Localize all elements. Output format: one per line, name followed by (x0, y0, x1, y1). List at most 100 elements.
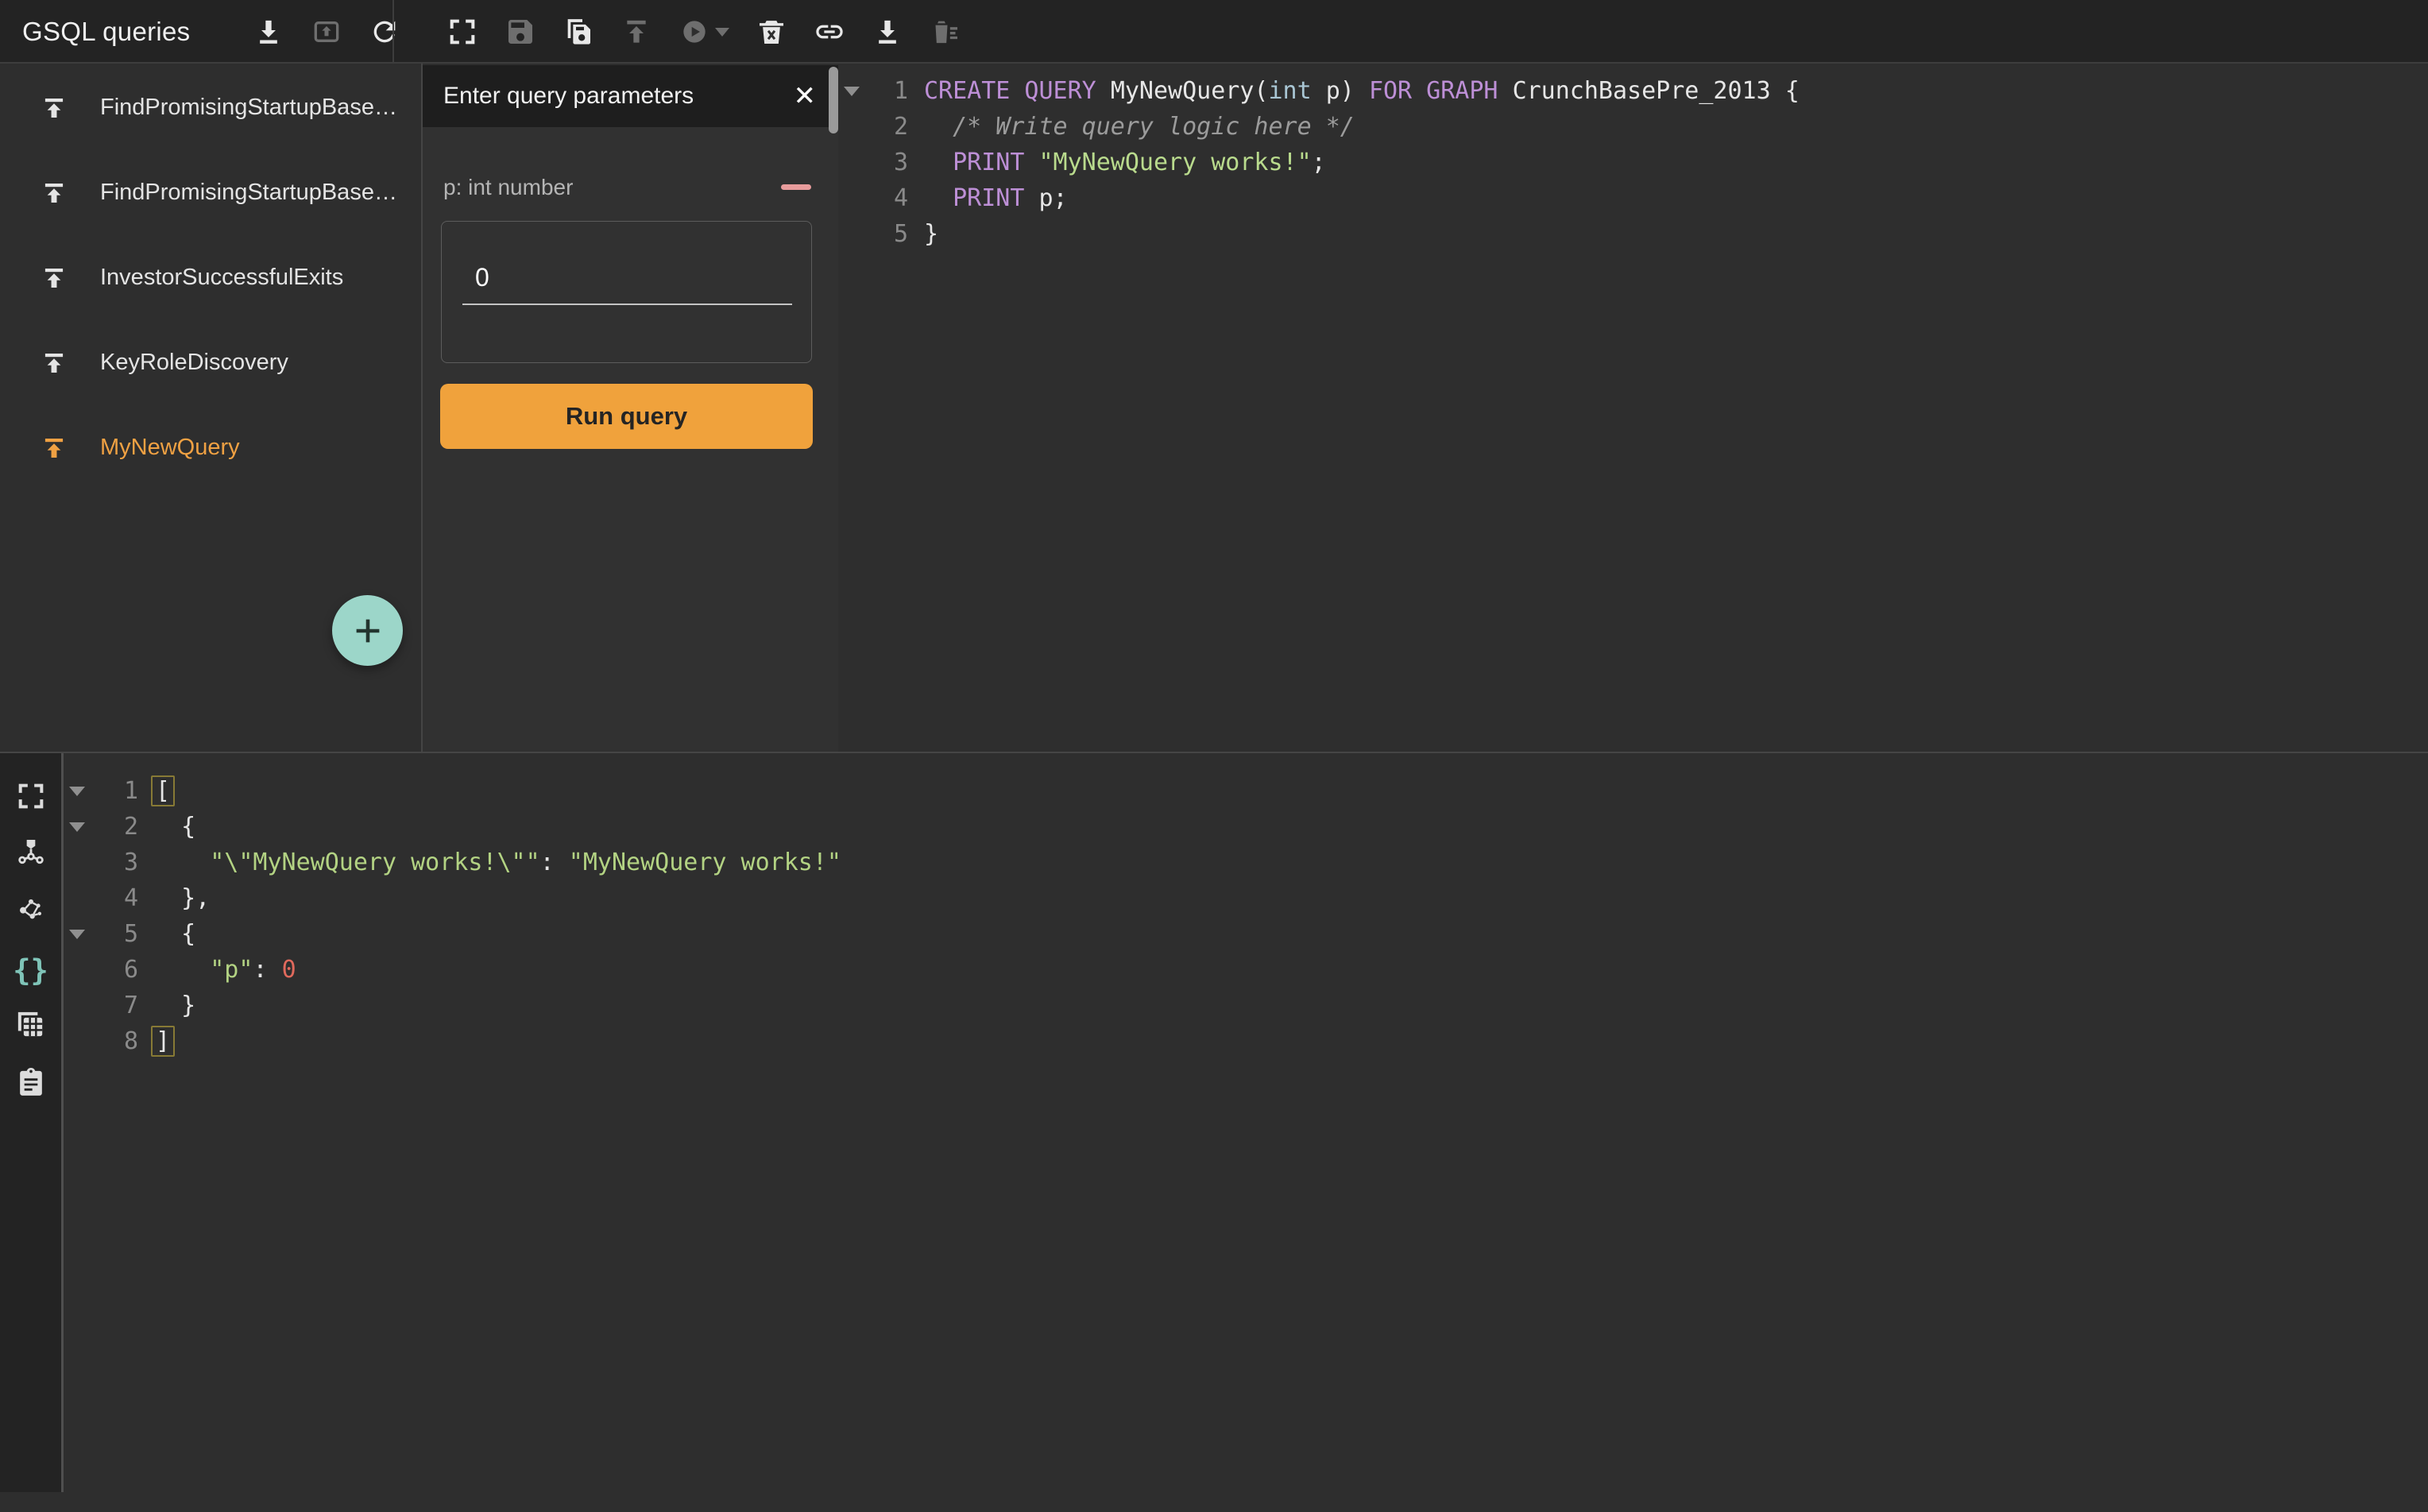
publish-query-icon (40, 94, 68, 122)
parameter-value-input[interactable] (462, 263, 792, 305)
save-icon-button[interactable] (505, 16, 536, 48)
line-number: 5 (87, 920, 138, 948)
link-icon (814, 16, 845, 48)
chevron-down-icon (715, 28, 729, 37)
code-content: PRINT "MyNewQuery works!"; (908, 149, 1326, 176)
code-line: 2 { (67, 809, 2428, 845)
code-token: "MyNewQuery works!" (1039, 149, 1312, 176)
triangle-down-icon (844, 87, 860, 96)
download-icon (872, 16, 903, 48)
explore-graph-icon-button[interactable] (14, 892, 48, 926)
run-query-button[interactable]: Run query (440, 384, 813, 449)
code-content: } (908, 220, 938, 248)
code-content: "p": 0 (138, 956, 296, 984)
query-name-label: InvestorSuccessfulExits (100, 265, 343, 291)
code-token: { (153, 813, 195, 841)
sidebar-item-query[interactable]: KeyRoleDiscovery (0, 320, 421, 405)
query-name-label: FindPromisingStartupBased… (100, 95, 410, 121)
code-token (924, 184, 953, 212)
fullscreen-icon-button[interactable] (447, 16, 478, 48)
sidebar-item-query[interactable]: MyNewQuery (0, 405, 421, 490)
code-line: 4 PRINT p; (840, 180, 2428, 216)
code-token: MyNewQuery( (1111, 77, 1269, 105)
fullscreen-icon (15, 780, 47, 812)
download-icon-button[interactable] (253, 16, 284, 48)
top-bar: GSQL queries (0, 0, 2428, 64)
install-icon-button[interactable] (621, 16, 652, 48)
code-content: "\"MyNewQuery works!\"": "MyNewQuery wor… (138, 849, 841, 876)
run-icon (679, 16, 710, 48)
json-result-viewer[interactable]: 1[2 {3 "\"MyNewQuery works!\"": "MyNewQu… (67, 753, 2428, 1512)
sidebar-item-query[interactable]: FindPromisingStartupBased… (0, 65, 421, 150)
line-number: 5 (864, 220, 908, 248)
clear-results-icon (930, 16, 961, 48)
delete-query-icon-button[interactable] (756, 16, 787, 48)
publish-icon (40, 264, 68, 292)
fold-arrow-icon[interactable] (67, 822, 87, 832)
box-upload-icon (311, 16, 342, 48)
publish-query-icon (40, 349, 68, 377)
code-token: PRINT (953, 149, 1038, 176)
publish-icon (40, 349, 68, 377)
code-token: int (1269, 77, 1312, 105)
log-clipboard-icon-button[interactable] (14, 1065, 48, 1099)
fold-arrow-icon[interactable] (67, 930, 87, 939)
line-number: 2 (864, 113, 908, 141)
clear-results-icon-button[interactable] (930, 16, 961, 48)
code-content: [ (138, 777, 173, 805)
fullscreen-icon-button[interactable] (14, 779, 48, 813)
query-name-label: FindPromisingStartupBased… (100, 180, 410, 206)
code-token: "MyNewQuery works!" (569, 849, 841, 876)
save-icon (505, 16, 536, 48)
refresh-icon-button[interactable] (369, 16, 400, 48)
code-token: p) (1312, 77, 1369, 105)
code-content: PRINT p; (908, 184, 1068, 212)
panel-scrollbar-thumb[interactable] (829, 67, 838, 133)
download-icon-button[interactable] (872, 16, 903, 48)
link-icon-button[interactable] (814, 16, 845, 48)
code-token: "p" (210, 956, 253, 984)
code-token (153, 956, 210, 984)
code-line: 5 { (67, 916, 2428, 952)
code-token: }, (153, 884, 210, 912)
code-content: /* Write query logic here */ (908, 113, 1355, 141)
line-number: 8 (87, 1027, 138, 1055)
code-token: { (153, 920, 195, 948)
code-line: 5} (840, 216, 2428, 252)
run-icon-button[interactable] (679, 16, 729, 48)
publish-icon (40, 179, 68, 207)
add-query-button[interactable] (332, 595, 403, 666)
code-line: 3 PRINT "MyNewQuery works!"; (840, 145, 2428, 180)
publish-icon (40, 94, 68, 122)
schema-view-icon-button[interactable] (14, 835, 48, 868)
line-number: 1 (864, 77, 908, 105)
result-view-toolbar: {} (0, 753, 64, 1492)
line-number: 4 (864, 184, 908, 212)
sidebar-item-query[interactable]: InvestorSuccessfulExits (0, 235, 421, 320)
schema-view-icon (15, 836, 47, 868)
publish-query-icon (40, 179, 68, 207)
code-line: 1CREATE QUERY MyNewQuery(int p) FOR GRAP… (840, 73, 2428, 109)
publish-query-icon (40, 434, 68, 462)
remove-parameter-icon[interactable] (781, 184, 811, 190)
matched-bracket: ] (151, 1026, 175, 1057)
line-number: 6 (87, 956, 138, 984)
fold-arrow-icon[interactable] (840, 87, 864, 96)
table-view-icon-button[interactable] (14, 1008, 48, 1042)
code-token: /* Write query logic here */ (924, 113, 1355, 141)
code-token: FOR GRAPH (1369, 77, 1513, 105)
fold-arrow-icon[interactable] (67, 787, 87, 796)
save-copy-icon-button[interactable] (563, 16, 594, 48)
page-title: GSQL queries (22, 0, 190, 64)
code-token: } (153, 992, 195, 1019)
close-icon[interactable]: ✕ (794, 65, 817, 127)
code-content: { (138, 920, 195, 948)
publish-icon (40, 434, 68, 462)
sidebar-item-query[interactable]: FindPromisingStartupBased… (0, 150, 421, 235)
code-token (153, 849, 210, 876)
json-braces-icon-button[interactable]: {} (14, 953, 48, 987)
gsql-code-editor[interactable]: 1CREATE QUERY MyNewQuery(int p) FOR GRAP… (840, 65, 2428, 760)
code-line: 4 }, (67, 880, 2428, 916)
code-token: ; (1312, 149, 1326, 176)
box-upload-icon-button[interactable] (311, 16, 342, 48)
